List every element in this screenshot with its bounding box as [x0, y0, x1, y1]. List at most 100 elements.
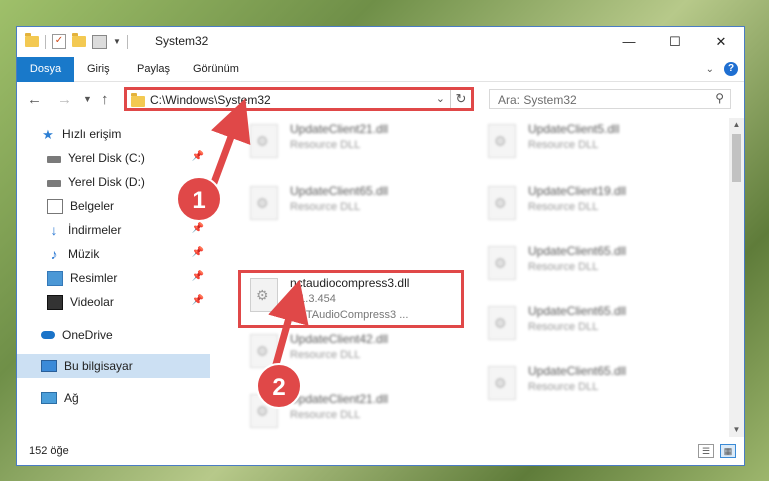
search-input[interactable]: Ara: System32 ⚲	[489, 89, 731, 109]
sidebar-item-documents[interactable]: Belgeler 📌	[17, 194, 210, 218]
minimize-button[interactable]: —	[606, 27, 652, 57]
address-bar[interactable]: C:\Windows\System32 ⌄ ↻	[124, 87, 474, 111]
qat-dropdown-icon[interactable]: ▼	[113, 37, 121, 46]
file-name: UpdateClient19.dll	[528, 184, 627, 198]
dll-file-icon	[488, 246, 516, 280]
up-arrow-icon[interactable]: ↑	[101, 91, 109, 108]
close-button[interactable]: ✕	[698, 27, 744, 57]
pin-icon[interactable]: 📌	[192, 271, 204, 282]
file-company: NCTAudioCompress3 ...	[290, 309, 409, 321]
dll-file-icon	[250, 394, 278, 428]
pin-icon[interactable]: 📌	[192, 223, 204, 234]
file-description: Resource DLL	[528, 261, 599, 273]
help-icon[interactable]: ?	[724, 62, 738, 76]
back-arrow-icon[interactable]: ←	[27, 91, 42, 108]
new-folder-icon[interactable]	[72, 33, 86, 47]
file-description: Resource DLL	[528, 201, 599, 213]
file-name: UpdateClient65.dll	[528, 304, 627, 318]
recent-dropdown-icon[interactable]: ▼	[83, 94, 92, 104]
item-count: 152 öğe	[29, 445, 69, 457]
dll-file-icon	[488, 124, 516, 158]
properties-check-icon[interactable]: ✓	[52, 34, 66, 49]
sidebar-item-disk-d[interactable]: Yerel Disk (D:)	[17, 170, 210, 194]
music-icon: ♪	[50, 245, 58, 262]
list-item[interactable]: UpdateClient5.dll Resource DLL	[476, 118, 700, 168]
sidebar-item-quick-access[interactable]: ★ Hızlı erişim	[41, 122, 234, 146]
sidebar-item-label: Yerel Disk (D:)	[68, 175, 145, 189]
separator	[45, 34, 46, 49]
sidebar-item-network[interactable]: Ağ	[17, 386, 210, 410]
file-version: 1.1.3.454	[290, 293, 336, 305]
window-title: System32	[155, 34, 209, 48]
list-item[interactable]: UpdateClient65.dll Resource DLL	[476, 360, 700, 410]
file-list: UpdateClient21.dll Resource DLL UpdateCl…	[224, 118, 729, 437]
address-dropdown-icon[interactable]: ⌄	[436, 92, 445, 105]
file-name: UpdateClient65.dll	[528, 364, 627, 378]
list-item[interactable]: UpdateClient21.dll Resource DLL	[238, 118, 462, 168]
sidebar-item-label: Hızlı erişim	[62, 127, 122, 141]
scroll-thumb[interactable]	[732, 134, 741, 182]
customize-icon[interactable]	[92, 34, 107, 49]
sidebar-item-label: Ağ	[64, 391, 79, 405]
pin-icon[interactable]: 📌	[192, 199, 204, 210]
sidebar-item-music[interactable]: ♪ Müzik 📌	[17, 242, 210, 266]
sidebar-item-pictures[interactable]: Resimler 📌	[17, 266, 210, 290]
list-item[interactable]: UpdateClient65.dll Resource DLL	[238, 180, 462, 230]
window-controls: — ☐ ✕	[606, 27, 744, 57]
pin-icon[interactable]: 📌	[192, 151, 204, 162]
vertical-scrollbar[interactable]: ▲ ▼	[729, 118, 744, 437]
dll-file-icon	[250, 186, 278, 220]
folder-icon	[131, 93, 145, 107]
list-item[interactable]: UpdateClient65.dll Resource DLL	[476, 300, 700, 350]
downloads-icon: ↓	[50, 221, 58, 238]
tiles-view-icon[interactable]: ▦	[720, 444, 736, 458]
scroll-down-icon[interactable]: ▼	[729, 423, 744, 437]
maximize-button[interactable]: ☐	[652, 27, 698, 57]
sidebar-item-disk-c[interactable]: Yerel Disk (C:) 📌	[17, 146, 210, 170]
tab-home[interactable]: Giriş	[79, 57, 118, 81]
file-name: UpdateClient21.dll	[290, 392, 389, 406]
tab-view[interactable]: Görünüm	[185, 57, 247, 81]
list-item[interactable]: UpdateClient42.dll Resource DLL	[238, 328, 462, 378]
address-path[interactable]: C:\Windows\System32	[150, 93, 271, 107]
cloud-icon	[41, 331, 55, 339]
pin-icon[interactable]: 📌	[192, 295, 204, 306]
star-icon: ★	[42, 126, 54, 142]
file-description: Resource DLL	[528, 139, 599, 151]
file-name: UpdateClient42.dll	[290, 332, 389, 346]
dll-file-icon	[488, 186, 516, 220]
sidebar-item-onedrive[interactable]: OneDrive	[17, 323, 210, 347]
status-bar: 152 öğe ☰ ▦	[17, 437, 744, 465]
file-name: UpdateClient5.dll	[528, 122, 620, 136]
ribbon-right: ⌄ ?	[706, 62, 738, 76]
pictures-icon	[47, 270, 63, 286]
file-description: Resource DLL	[528, 381, 599, 393]
quick-access-toolbar: ✓ ▼	[25, 33, 128, 49]
expand-ribbon-icon[interactable]: ⌄	[706, 64, 714, 75]
ribbon-tabs: Dosya Giriş Paylaş Görünüm ⌄ ?	[17, 57, 744, 107]
videos-icon	[47, 294, 63, 310]
explorer-window: ✓ ▼ System32 — ☐ ✕ Dosya Giriş Paylaş Gö…	[16, 26, 745, 466]
list-item[interactable]: nctaudiocompress3.dll 1.1.3.454 NCTAudio…	[238, 272, 462, 322]
scroll-up-icon[interactable]: ▲	[729, 118, 744, 132]
file-name: UpdateClient65.dll	[290, 184, 389, 198]
sidebar-item-videos[interactable]: Videolar 📌	[17, 290, 210, 314]
forward-arrow-icon[interactable]: →	[57, 91, 72, 108]
sidebar-item-downloads[interactable]: ↓ İndirmeler 📌	[17, 218, 210, 242]
file-name: UpdateClient21.dll	[290, 122, 389, 136]
list-item[interactable]: UpdateClient19.dll Resource DLL	[476, 180, 700, 230]
details-view-icon[interactable]: ☰	[698, 444, 714, 458]
dll-file-icon	[488, 306, 516, 340]
file-description: Resource DLL	[290, 409, 361, 421]
search-icon[interactable]: ⚲	[715, 91, 724, 105]
list-item[interactable]: UpdateClient65.dll Resource DLL	[476, 240, 700, 290]
tab-share[interactable]: Paylaş	[129, 57, 178, 81]
pin-icon[interactable]: 📌	[192, 247, 204, 258]
sidebar-item-label: İndirmeler	[68, 223, 122, 237]
highlighted-file[interactable]: nctaudiocompress3.dll 1.1.3.454 NCTAudio…	[238, 270, 464, 328]
view-switcher: ☰ ▦	[698, 444, 736, 458]
drive-icon	[47, 180, 61, 187]
sidebar-item-this-pc[interactable]: Bu bilgisayar	[17, 354, 210, 378]
list-item[interactable]: UpdateClient21.dll Resource DLL	[238, 388, 462, 437]
refresh-icon[interactable]: ↻	[450, 90, 471, 108]
